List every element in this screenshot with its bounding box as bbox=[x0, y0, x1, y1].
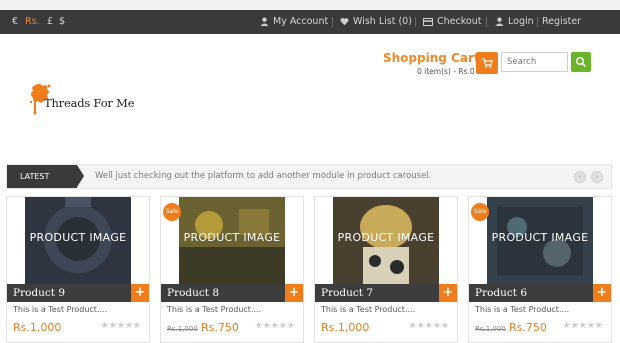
product-image-label: PRODUCT IMAGE bbox=[183, 231, 281, 244]
chevron-right-icon: › bbox=[595, 172, 599, 181]
heart-icon bbox=[340, 18, 349, 26]
browser-gutter bbox=[0, 0, 620, 10]
cart-button[interactable] bbox=[476, 52, 498, 74]
rating-stars: ★★★★★ bbox=[408, 321, 449, 331]
product-card[interactable]: PRODUCT IMAGE Sale Product 6 + This is a… bbox=[468, 196, 612, 343]
product-image[interactable]: PRODUCT IMAGE bbox=[179, 197, 285, 285]
product-description: This is a Test Product.... bbox=[13, 305, 108, 314]
product-image[interactable]: PRODUCT IMAGE bbox=[25, 197, 131, 285]
topbar-divider bbox=[332, 17, 333, 27]
rating-stars: ★★★★★ bbox=[254, 321, 295, 331]
rating-stars: ★★★★★ bbox=[562, 321, 603, 331]
topbar-divider bbox=[415, 17, 416, 27]
carousel-next-button[interactable]: › bbox=[591, 171, 603, 183]
add-to-cart-button[interactable]: + bbox=[131, 284, 149, 302]
currency-euro[interactable]: € bbox=[12, 10, 18, 34]
cart-icon bbox=[482, 58, 493, 68]
product-name[interactable]: Product 7 bbox=[315, 284, 457, 302]
my-account-link[interactable]: My Account bbox=[260, 10, 328, 34]
register-link[interactable]: Register bbox=[542, 10, 581, 34]
product-image-label: PRODUCT IMAGE bbox=[29, 231, 127, 244]
currency-dollar[interactable]: $ bbox=[59, 10, 65, 34]
sale-badge: Sale bbox=[471, 203, 489, 221]
product-name[interactable]: Product 6 bbox=[469, 284, 611, 302]
product-image-label: PRODUCT IMAGE bbox=[491, 231, 589, 244]
chevron-left-icon: ‹ bbox=[578, 172, 582, 181]
shopping-cart-title[interactable]: Shopping Cart bbox=[383, 51, 480, 65]
sale-badge: Sale bbox=[163, 203, 181, 221]
topbar-divider bbox=[537, 17, 538, 27]
product-card[interactable]: PRODUCT IMAGE Sale Product 8 + This is a… bbox=[160, 196, 304, 343]
search-button[interactable] bbox=[571, 52, 591, 72]
top-bar: € Rs. £ $ My Account Wish List (0) Check… bbox=[0, 10, 620, 34]
currency-pound[interactable]: £ bbox=[47, 10, 53, 34]
checkout-label: Checkout bbox=[437, 16, 482, 27]
product-old-price: Rs.1,000 bbox=[475, 325, 506, 333]
currency-rupee[interactable]: Rs. bbox=[25, 10, 40, 34]
add-to-cart-button[interactable]: + bbox=[439, 284, 457, 302]
product-image-label: PRODUCT IMAGE bbox=[337, 231, 435, 244]
product-price: Rs.1,000 bbox=[321, 321, 370, 334]
product-image[interactable]: PRODUCT IMAGE bbox=[333, 197, 439, 285]
product-price: Rs.1,000 bbox=[13, 321, 62, 334]
logo-text[interactable]: Threads For Me bbox=[44, 96, 135, 110]
product-price: Rs.750 bbox=[201, 321, 239, 334]
login-link[interactable]: Login bbox=[495, 10, 534, 34]
carousel-prev-button[interactable]: ‹ bbox=[574, 171, 586, 183]
product-price: Rs.750 bbox=[509, 321, 547, 334]
wish-list-link[interactable]: Wish List (0) bbox=[340, 10, 412, 34]
product-image[interactable]: PRODUCT IMAGE bbox=[487, 197, 593, 285]
user-icon bbox=[495, 17, 504, 26]
product-card[interactable]: PRODUCT IMAGE Product 7 + This is a Test… bbox=[314, 196, 458, 343]
search-icon bbox=[575, 56, 587, 68]
product-description: This is a Test Product.... bbox=[475, 305, 570, 314]
my-account-label: My Account bbox=[273, 16, 329, 27]
latest-tag: LATEST bbox=[7, 165, 84, 188]
topbar-divider bbox=[486, 17, 487, 27]
add-to-cart-button[interactable]: + bbox=[593, 284, 611, 302]
user-icon bbox=[260, 17, 269, 26]
product-description: This is a Test Product.... bbox=[321, 305, 416, 314]
wish-list-label: Wish List (0) bbox=[353, 16, 412, 27]
add-to-cart-button[interactable]: + bbox=[285, 284, 303, 302]
checkout-icon bbox=[423, 17, 433, 26]
latest-message[interactable]: Well just checking out the platform to a… bbox=[95, 165, 431, 188]
search-input[interactable] bbox=[501, 52, 568, 72]
latest-news-ticker: LATEST Well just checking out the platfo… bbox=[6, 164, 612, 189]
product-description: This is a Test Product.... bbox=[167, 305, 262, 314]
product-name[interactable]: Product 8 bbox=[161, 284, 303, 302]
product-name[interactable]: Product 9 bbox=[7, 284, 149, 302]
rating-stars: ★★★★★ bbox=[100, 321, 141, 331]
cart-summary: 0 item(s) - Rs.0 bbox=[417, 67, 475, 76]
product-old-price: Rs.1,000 bbox=[167, 325, 198, 333]
checkout-link[interactable]: Checkout bbox=[423, 10, 481, 34]
login-label: Login bbox=[508, 16, 534, 27]
product-card[interactable]: PRODUCT IMAGE Product 9 + This is a Test… bbox=[6, 196, 150, 343]
